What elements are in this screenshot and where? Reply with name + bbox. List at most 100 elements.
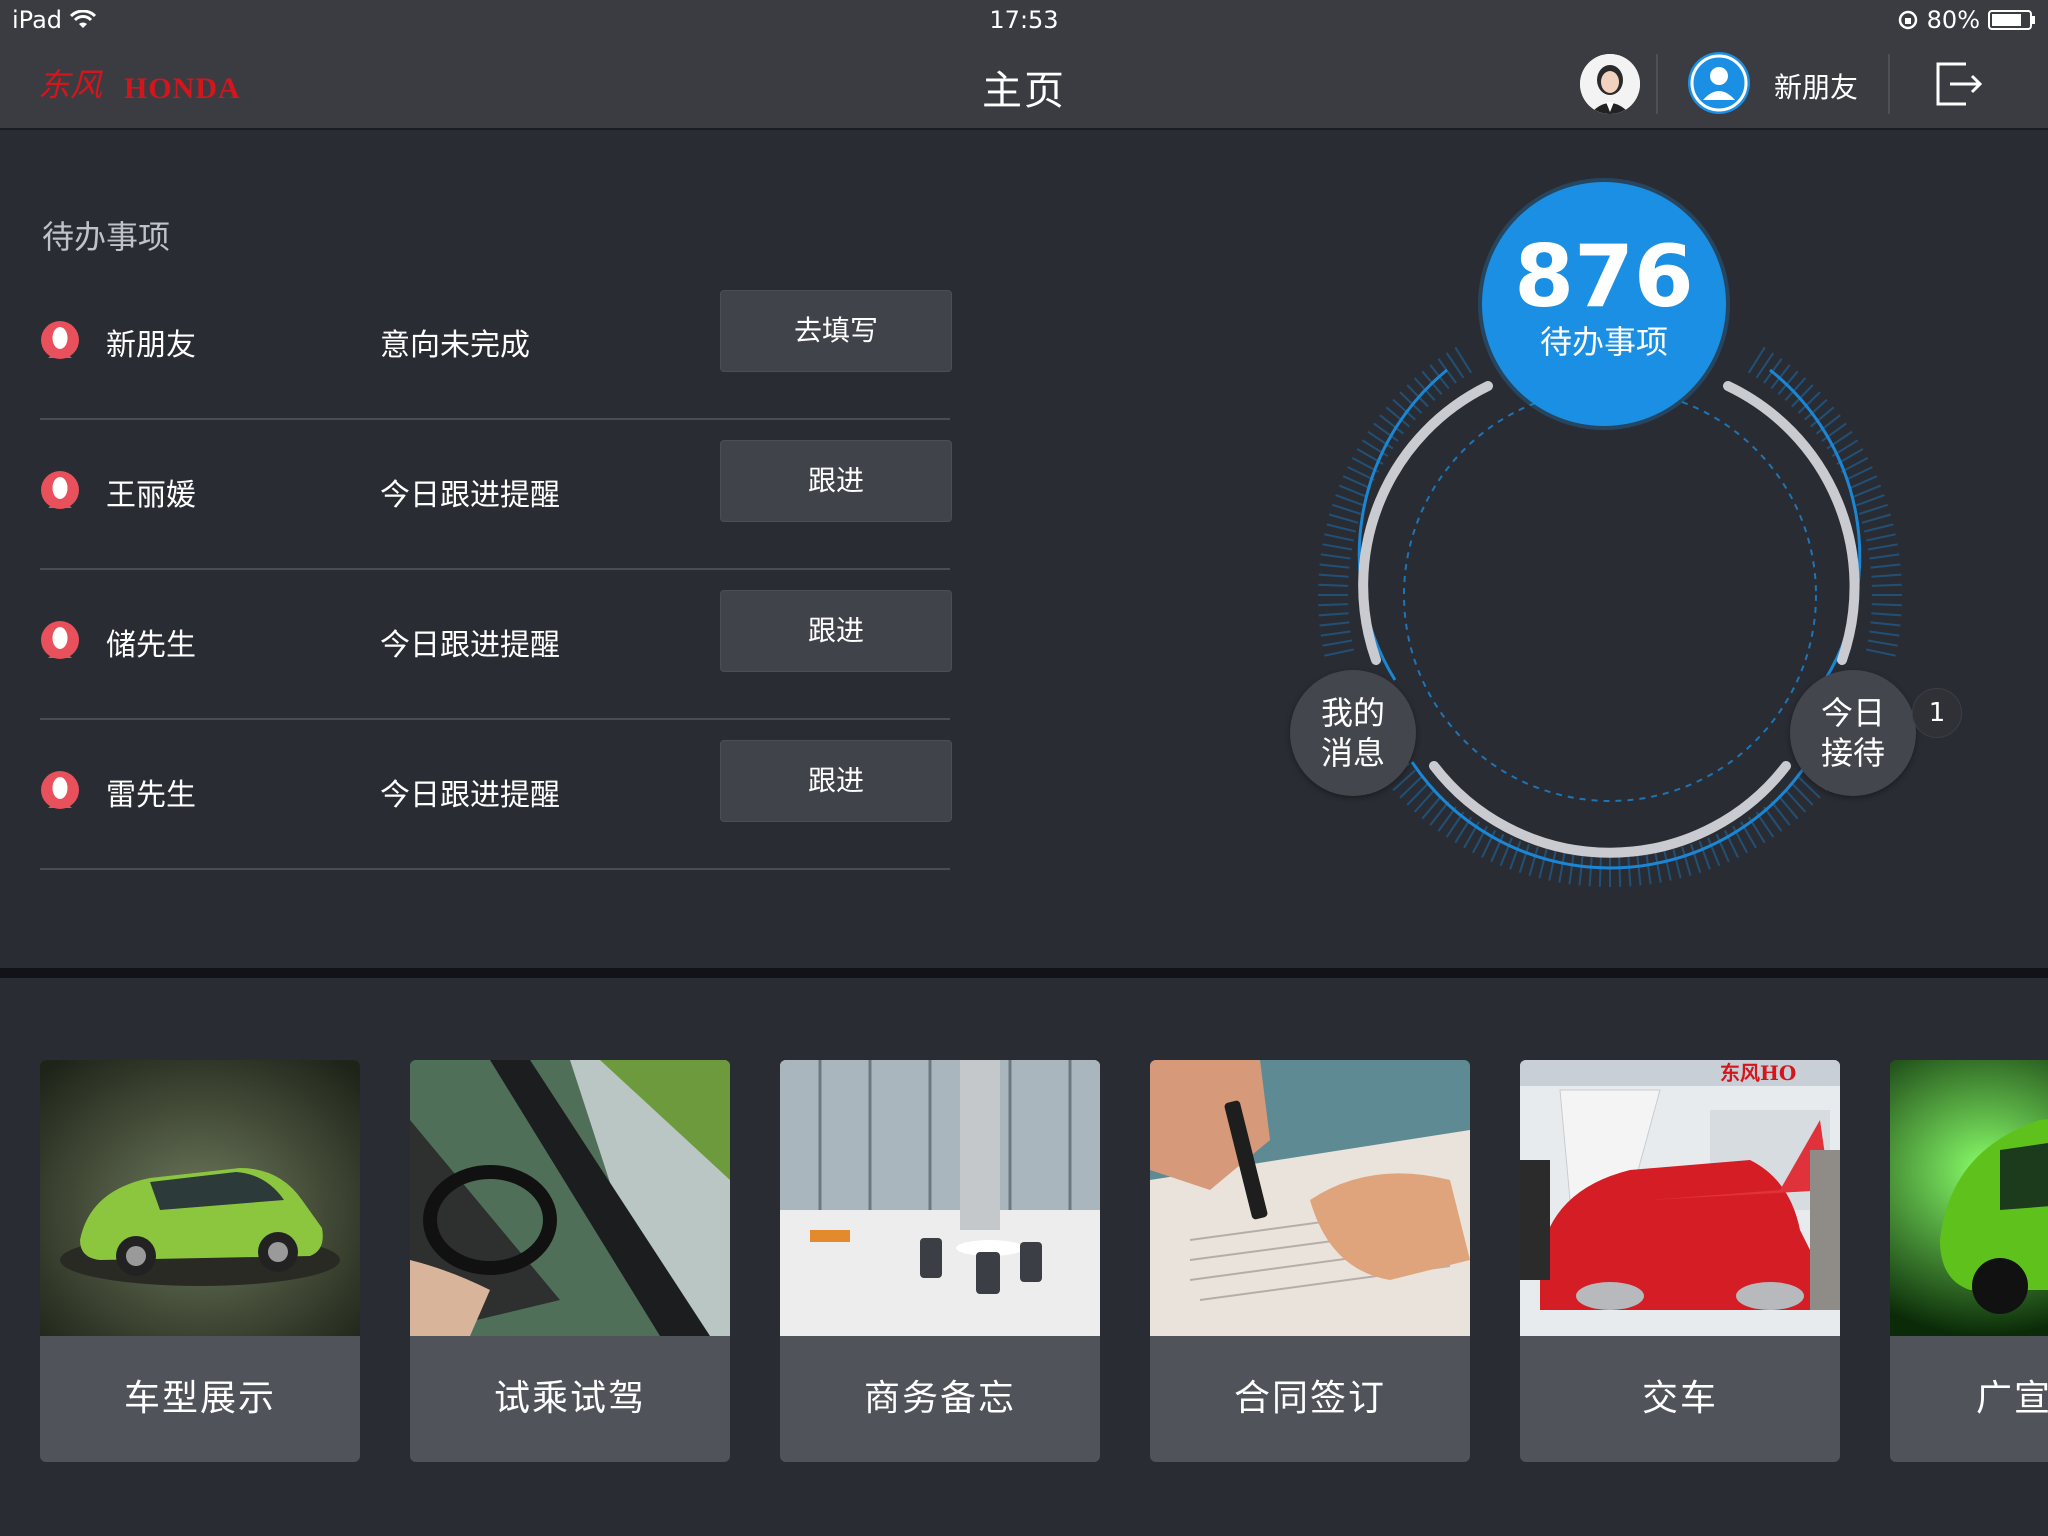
todo-customer-name: 雷先生 bbox=[106, 778, 196, 813]
reception-count-badge: 1 bbox=[1912, 688, 1962, 738]
module-label: 商务备忘 bbox=[863, 1378, 1016, 1419]
dial-tick bbox=[1318, 612, 1349, 617]
dial-tick bbox=[1866, 648, 1896, 657]
status-time: 17:53 bbox=[989, 6, 1059, 34]
dial-tick bbox=[1588, 856, 1593, 887]
battery-icon bbox=[1988, 10, 2035, 30]
user-profile-icon[interactable] bbox=[1688, 52, 1750, 114]
module-grid: 车型展示 试乘试驾 商务备忘 合同签订 东风HO 交车 广宣 bbox=[0, 978, 2048, 1536]
todo-customer-name: 储先生 bbox=[106, 628, 196, 663]
test-drive-image bbox=[410, 1060, 730, 1336]
dial-tick bbox=[1322, 543, 1353, 551]
dial-tick bbox=[1320, 553, 1351, 560]
module-label: 交车 bbox=[1641, 1378, 1718, 1419]
dial-tick bbox=[1318, 603, 1349, 607]
follow-up-button[interactable]: 跟进 bbox=[720, 440, 952, 522]
my-messages-label: 我的 bbox=[1320, 694, 1385, 732]
todo-row: 王丽媛 今日跟进提醒 跟进 bbox=[40, 418, 952, 570]
dial-tick bbox=[1326, 523, 1357, 533]
todo-customer-name: 王丽媛 bbox=[106, 478, 196, 513]
dial-tick bbox=[1528, 846, 1539, 876]
nav-separator bbox=[1656, 54, 1658, 114]
dial-tick bbox=[1618, 856, 1622, 887]
follow-up-button[interactable]: 跟进 bbox=[720, 740, 952, 822]
dial-tick bbox=[1331, 503, 1362, 515]
today-reception-label: 接待 bbox=[1820, 734, 1885, 772]
my-messages-button[interactable]: 我的 消息 bbox=[1290, 670, 1416, 796]
person-icon bbox=[41, 471, 79, 509]
module-label: 车型展示 bbox=[123, 1378, 276, 1419]
dial-tick bbox=[1342, 475, 1372, 490]
dial-tick bbox=[1636, 855, 1642, 886]
dial-tick bbox=[1663, 851, 1672, 881]
todo-status: 今日跟进提醒 bbox=[380, 478, 560, 513]
dial-tick bbox=[1654, 852, 1662, 883]
dial-tick bbox=[1867, 639, 1898, 647]
car-models-image bbox=[40, 1060, 360, 1336]
nav-separator bbox=[1888, 54, 1890, 114]
person-icon bbox=[41, 621, 79, 659]
svg-text:东风HO: 东风HO bbox=[1720, 1061, 1796, 1085]
dial-tick bbox=[1870, 563, 1901, 569]
dial-tick bbox=[1320, 630, 1351, 637]
dial-tick bbox=[1867, 543, 1898, 551]
business-memo-image bbox=[780, 1060, 1100, 1336]
dial-tick bbox=[1681, 846, 1692, 876]
follow-up-button[interactable]: 跟进 bbox=[720, 590, 952, 672]
module-business-memo[interactable]: 商务备忘 bbox=[780, 1060, 1100, 1462]
todo-heading: 待办事项 bbox=[42, 218, 171, 256]
dial-tick bbox=[1845, 466, 1873, 481]
home-screen: iPad 17:53 80% 东风 HONDA 主页 新朋友 待办事项 新朋友 … bbox=[0, 0, 2048, 1536]
module-contract-signing[interactable]: 合同签订 bbox=[1150, 1060, 1470, 1462]
dial-tick bbox=[1318, 583, 1349, 587]
module-label: 试乘试驾 bbox=[493, 1378, 646, 1419]
dial-tick bbox=[1871, 573, 1902, 578]
advertising-image bbox=[1890, 1060, 2048, 1336]
module-test-drive[interactable]: 试乘试驾 bbox=[410, 1060, 730, 1462]
username[interactable]: 新朋友 bbox=[1774, 66, 1858, 106]
dial-tick bbox=[1518, 843, 1530, 874]
dial-tick bbox=[1871, 603, 1902, 607]
dial-tick bbox=[1672, 848, 1682, 879]
dial-tick bbox=[1598, 856, 1602, 887]
dial-tick bbox=[1858, 503, 1889, 515]
dial-tick bbox=[1645, 854, 1652, 885]
todo-dial: 876 待办事项 我的 消息 今日 接待 1 bbox=[1270, 150, 1962, 930]
todo-customer-name: 新朋友 bbox=[106, 328, 196, 363]
dial-tick bbox=[1869, 553, 1900, 560]
module-advertising[interactable]: 广宣 bbox=[1890, 1060, 2048, 1462]
dial-tick bbox=[1855, 494, 1885, 507]
dial-tick bbox=[1871, 612, 1902, 617]
fill-in-button[interactable]: 去填写 bbox=[720, 290, 952, 372]
dial-tick bbox=[1627, 856, 1632, 887]
pending-count: 876 bbox=[1514, 227, 1694, 327]
dial-tick bbox=[1568, 854, 1575, 885]
dial-tick bbox=[1319, 621, 1350, 627]
dial-tick bbox=[1870, 621, 1901, 627]
section-divider bbox=[0, 968, 2048, 978]
dial-tick bbox=[1863, 523, 1894, 533]
advisor-avatar[interactable] bbox=[1580, 54, 1640, 114]
pending-count-button[interactable]: 876 待办事项 bbox=[1482, 182, 1726, 426]
module-label: 合同签订 bbox=[1233, 1378, 1386, 1419]
logout-button[interactable] bbox=[1930, 56, 1986, 112]
battery-percent: 80% bbox=[1926, 6, 1980, 34]
dial-tick bbox=[1319, 563, 1350, 569]
module-car-models[interactable]: 车型展示 bbox=[40, 1060, 360, 1462]
dial-tick bbox=[1548, 851, 1557, 881]
todo-row: 新朋友 意向未完成 去填写 bbox=[40, 268, 952, 420]
today-reception-button[interactable]: 今日 接待 bbox=[1790, 670, 1916, 796]
status-bar: iPad 17:53 80% bbox=[0, 0, 2048, 40]
dial-tick bbox=[1324, 648, 1354, 657]
dial-tick bbox=[1578, 855, 1584, 886]
dial-tick bbox=[1338, 484, 1368, 498]
module-vehicle-delivery[interactable]: 东风HO 交车 bbox=[1520, 1060, 1840, 1462]
dial-tick bbox=[1869, 630, 1900, 637]
my-messages-label: 消息 bbox=[1320, 734, 1385, 772]
dial-tick bbox=[1538, 848, 1548, 879]
dial-tick bbox=[1324, 533, 1354, 542]
todo-status: 意向未完成 bbox=[380, 328, 530, 363]
dial-tick bbox=[1871, 583, 1902, 587]
todo-status: 今日跟进提醒 bbox=[380, 628, 560, 663]
dial-tick bbox=[1329, 513, 1359, 524]
